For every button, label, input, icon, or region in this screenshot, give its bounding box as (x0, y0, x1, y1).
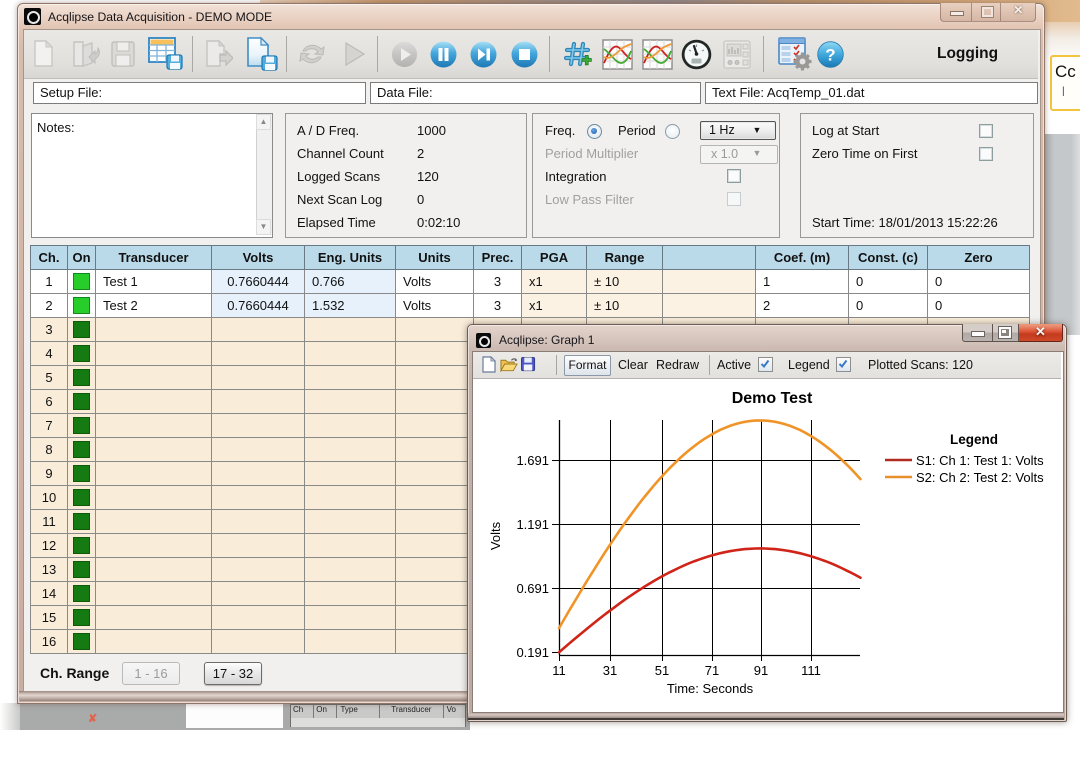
svg-text:Time: Seconds: Time: Seconds (667, 681, 754, 696)
svg-text:11: 11 (552, 663, 566, 678)
svg-text:91: 91 (754, 663, 768, 678)
svg-text:111: 111 (801, 663, 821, 678)
svg-text:1.191: 1.191 (516, 517, 549, 532)
svg-text:Demo Test: Demo Test (732, 390, 813, 407)
svg-text:31: 31 (603, 663, 617, 678)
svg-text:0.191: 0.191 (516, 645, 549, 660)
svg-text:Legend: Legend (950, 432, 998, 447)
svg-text:?: ? (825, 46, 835, 65)
svg-text:Volts: Volts (488, 521, 503, 550)
svg-text:1.691: 1.691 (516, 453, 549, 468)
svg-text:S2: Ch 2: Test 2: Volts: S2: Ch 2: Test 2: Volts (916, 470, 1044, 485)
svg-text:0.691: 0.691 (516, 581, 549, 596)
svg-text:51: 51 (655, 663, 669, 678)
svg-text:S1: Ch 1: Test 1: Volts: S1: Ch 1: Test 1: Volts (916, 453, 1044, 468)
svg-text:71: 71 (705, 663, 719, 678)
